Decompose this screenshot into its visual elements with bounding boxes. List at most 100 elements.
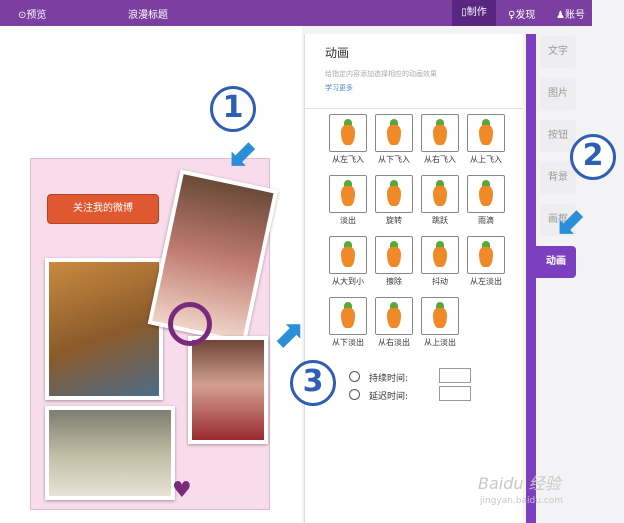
animation-option[interactable]: 从上淡出 [417,297,463,348]
panel-title: 动画 [325,46,350,60]
carrot-icon[interactable] [421,114,459,152]
animation-label: 从下淡出 [332,338,364,347]
tab-animation[interactable]: 动画 [536,246,576,278]
animation-label: 从右淡出 [378,338,410,347]
marker-1: 1 [210,86,256,132]
animation-label: 从上飞入 [470,155,502,164]
carrot-body [341,308,355,328]
carrot-icon[interactable] [421,236,459,274]
delay-row: ◑ 延迟时间: [349,386,499,404]
photo-girl-autumn[interactable] [45,258,163,400]
carrot-body [479,247,493,267]
carrot-icon[interactable] [329,114,367,152]
duration-label: 持续时间: [369,374,409,384]
animation-label: 从右飞入 [424,155,456,164]
animation-option[interactable]: 雨滴 [463,175,509,226]
carrot-icon[interactable] [375,175,413,213]
carrot-body [387,125,401,145]
animation-option[interactable]: 淡出 [325,175,371,226]
animation-panel: 动画 给指定内容添加选择相应的动画效果 学习更多 从左飞入 从下飞入 从右飞入 从上飞… [304,34,523,523]
carrot-body [433,308,447,328]
discover-tab[interactable]: ♀发现 [508,6,535,21]
carrot-body [387,247,401,267]
carrot-icon[interactable] [329,236,367,274]
delay-label: 延迟时间: [369,392,409,402]
follow-weibo-button[interactable]: 关注我的微博 [47,194,159,224]
animation-label: 擦除 [386,277,402,286]
carrot-body [433,247,447,267]
animation-label: 淡出 [340,216,356,225]
photo-girl-forest[interactable] [45,406,175,500]
carrot-icon[interactable] [421,297,459,335]
half-clock-icon: ◑ [349,389,360,400]
duration-row: ◷ 持续时间: [349,368,499,386]
delay-input[interactable] [439,386,471,401]
animation-label: 跳跃 [432,216,448,225]
carrot-body [387,308,401,328]
photo-girl-red-scarf[interactable] [188,336,268,444]
carrot-icon[interactable] [375,236,413,274]
carrot-icon[interactable] [467,175,505,213]
animation-option[interactable]: 从下飞入 [371,114,417,165]
animation-label: 从大到小 [332,277,364,286]
learn-more-link[interactable]: 学习更多 [325,83,523,93]
carrot-icon[interactable] [329,175,367,213]
animation-option[interactable]: 从右飞入 [417,114,463,165]
heart-decoration: ♥ [172,478,192,503]
tab-button[interactable]: 按钮 [540,120,576,152]
top-bar: ⊙预览 浪漫标题 ▯制作 ♀发现 ♟账号 [0,0,592,26]
carrot-icon[interactable] [421,175,459,213]
animation-option[interactable]: 跳跃 [417,175,463,226]
arrow-icon: ⬋ [556,198,588,242]
timing-settings: ◷ 持续时间: ◑ 延迟时间: [349,368,499,404]
carrot-icon[interactable] [467,236,505,274]
carrot-body [433,186,447,206]
animation-label: 从下飞入 [378,155,410,164]
divider [305,108,523,109]
page-title[interactable]: 浪漫标题 [128,6,168,21]
animation-label: 从上淡出 [424,338,456,347]
animation-label: 抖动 [432,277,448,286]
carrot-body [479,125,493,145]
animation-option[interactable]: 从下淡出 [325,297,371,348]
carrot-icon[interactable] [375,114,413,152]
animation-label: 从左飞入 [332,155,364,164]
animation-option[interactable]: 从左淡出 [463,236,509,287]
make-tab[interactable]: ▯制作 [452,0,496,26]
animation-option[interactable]: 从上飞入 [463,114,509,165]
carrot-icon[interactable] [375,297,413,335]
animation-label: 从左淡出 [470,277,502,286]
animation-option[interactable]: 抖动 [417,236,463,287]
carrot-body [433,125,447,145]
panel-description: 给指定内容添加选择相应的动画效果 [325,70,437,78]
carrot-icon[interactable] [467,114,505,152]
clock-icon: ◷ [349,371,360,382]
marker-3: 3 [290,360,336,406]
tab-background[interactable]: 背景 [540,162,576,194]
panel-accent-rail [526,34,536,523]
carrot-body [341,125,355,145]
watermark-url: jingyan.baidu.com [480,496,564,506]
account-tab[interactable]: ♟账号 [556,6,585,21]
carrot-body [479,186,493,206]
carrot-body [341,186,355,206]
marker-2: 2 [570,134,616,180]
animation-option[interactable]: 旋转 [371,175,417,226]
animation-option[interactable]: 从左飞入 [325,114,371,165]
arrow-icon: ⬋ [228,130,260,174]
animation-option[interactable]: 从大到小 [325,236,371,287]
duration-input[interactable] [439,368,471,383]
animation-label: 雨滴 [478,216,494,225]
arrow-icon: ⬈ [272,312,304,356]
carrot-body [387,186,401,206]
carrot-icon[interactable] [329,297,367,335]
animation-option[interactable]: 擦除 [371,236,417,287]
swirl-decoration [168,302,212,346]
watermark: Baidu 经验 [478,474,561,493]
animation-label: 旋转 [386,216,402,225]
carrot-body [341,247,355,267]
tab-text[interactable]: 文字 [540,36,576,68]
animation-option[interactable]: 从右淡出 [371,297,417,348]
preview-button[interactable]: ⊙预览 [18,6,46,21]
tab-image[interactable]: 图片 [540,78,576,110]
